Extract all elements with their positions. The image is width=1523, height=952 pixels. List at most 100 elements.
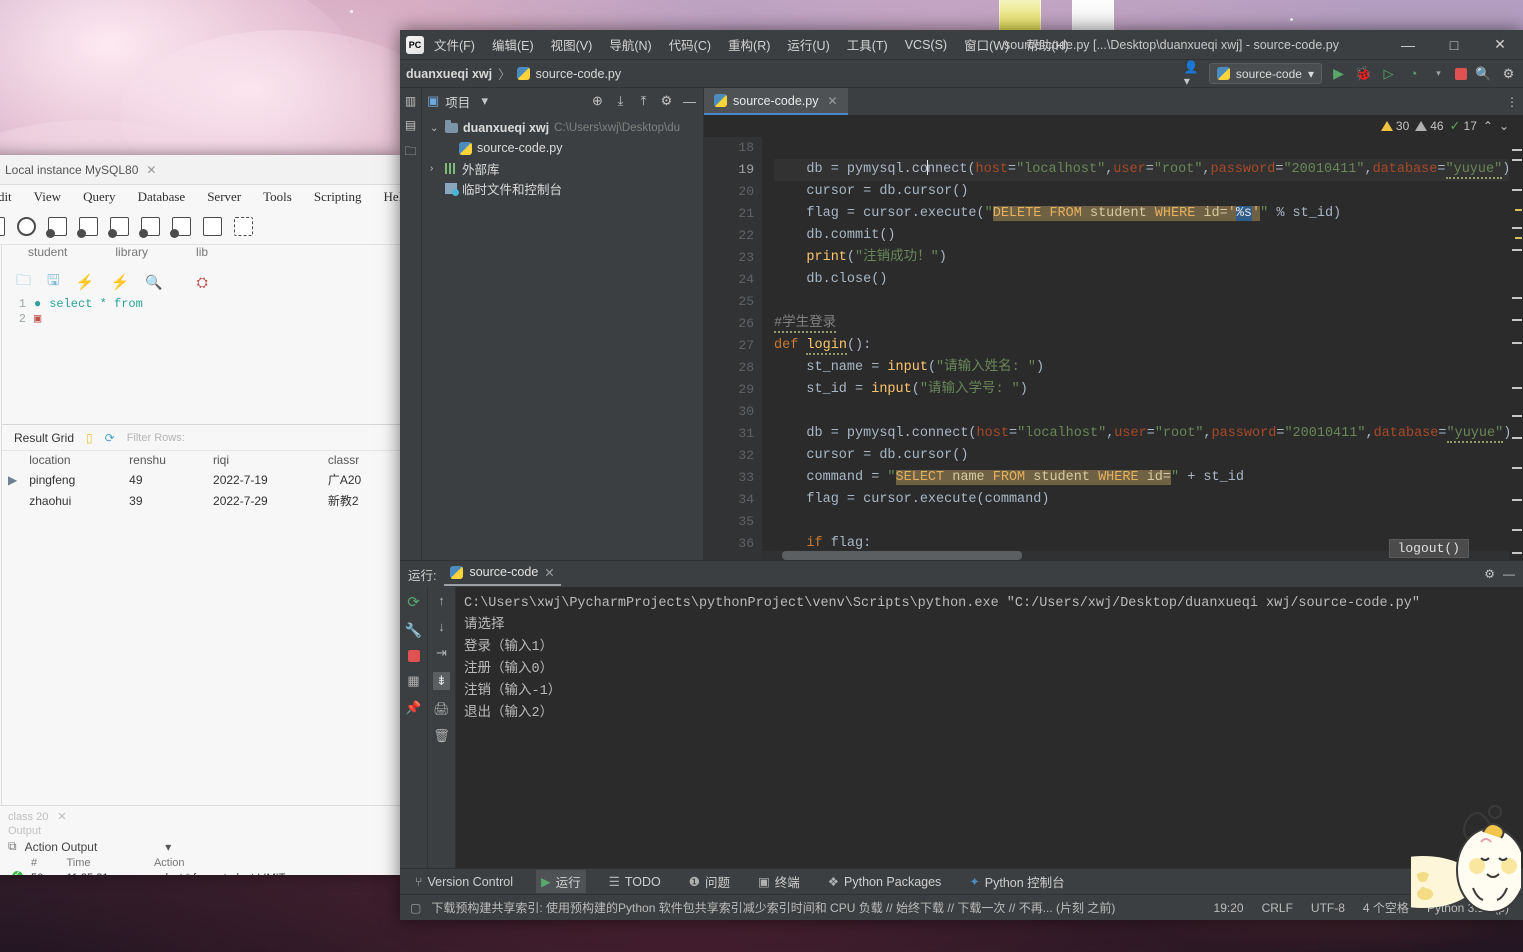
scroll-from-source-icon[interactable]: ⊕ [589,93,606,110]
marker[interactable] [1512,149,1522,151]
new-schema-icon[interactable] [46,217,67,238]
error-stripe-markers[interactable] [1509,137,1523,560]
gear-icon[interactable]: ⚙ [1500,65,1517,82]
workbench-connection-tab[interactable]: Local instance MySQL80 ✕ [5,163,156,177]
run-configuration-selector[interactable]: source-code ▾ [1208,63,1322,84]
run-tool-window[interactable]: 运行: source-code ✕ ⚙ — ⟳ 🔧 ▦ 📌 ↑ ↓ ⇥ ⇟ 🖨 … [400,560,1523,868]
menu-vcs[interactable]: VCS(S) [903,36,949,54]
cell-classr[interactable]: 广A20 [322,469,400,490]
stop-script-icon[interactable]: ⛭ [197,274,208,291]
workbench-editor-tabs[interactable]: student library lib [2,245,400,267]
run-button[interactable]: ▶ [1330,65,1347,82]
hide-panel-icon[interactable]: — [681,93,698,110]
weak-warning-badge[interactable]: 46 [1415,119,1444,133]
marker[interactable] [1515,209,1522,211]
menu-edit[interactable]: Edit [0,189,12,205]
cell-renshu[interactable]: 49 [123,469,207,490]
menu-refactor[interactable]: 重构(R) [726,33,772,56]
chevron-down-icon[interactable]: ▾ [165,840,171,854]
open-script-icon[interactable] [17,217,36,236]
code-line[interactable]: print("注销成功！") [774,247,1509,269]
menu-help[interactable]: Help [384,189,400,205]
project-tool-icon[interactable]: ▥ [405,94,416,108]
profile-button[interactable]: ◔ [1405,65,1422,82]
pycharm-window[interactable]: PC 文件(F) 编辑(E) 视图(V) 导航(N) 代码(C) 重构(R) 运… [400,30,1523,920]
action-output-selector[interactable]: ⧉ Action Output ▾ [8,839,394,854]
search-table-icon[interactable] [203,217,222,236]
marker[interactable] [1512,387,1522,389]
window-controls[interactable]: — □ ✕ [1385,30,1523,60]
pycharm-menubar[interactable]: 文件(F) 编辑(E) 视图(V) 导航(N) 代码(C) 重构(R) 运行(U… [432,33,1071,56]
close-icon[interactable]: ✕ [57,811,66,823]
tool-window-python-console[interactable]: ✦ Python 控制台 [964,870,1069,893]
code-view[interactable]: 18 19 20 21 22 23 24 25 26 27 28 29 30 3… [704,137,1523,560]
marker[interactable] [1512,319,1522,321]
menu-tools[interactable]: Tools [263,189,292,205]
expand-all-icon[interactable]: ⤓ [612,93,629,110]
run-with-coverage-button[interactable]: ▷ [1380,65,1397,82]
folder-tool-icon[interactable]: 🗀 [404,142,416,163]
breadcrumb[interactable]: duanxueqi xwj 〉 source-code.py [406,64,621,83]
tool-window-version-control[interactable]: ⑂ Version Control [410,873,518,891]
close-button[interactable]: ✕ [1477,30,1523,60]
cell-riqi[interactable]: 2022-7-19 [207,469,322,490]
soft-wrap-icon[interactable]: ⇥ [436,645,447,661]
cell-location[interactable]: zhaohui [23,490,123,511]
menu-view[interactable]: 视图(V) [549,33,595,56]
editor-tab-lib[interactable]: lib [196,245,208,267]
stop-icon[interactable] [407,650,420,662]
chevron-right-icon[interactable]: › [430,163,440,174]
code-line[interactable] [774,137,1509,159]
clear-all-icon[interactable]: 🗑 [433,728,450,744]
tool-window-terminal[interactable]: ▣ 终端 [753,870,805,893]
chevron-down-icon[interactable]: ⌄ [430,123,440,134]
inspection-widget[interactable]: 30 46 ✓ 17 ⌃ ⌄ [704,115,1523,137]
chevron-down-icon[interactable]: ▾ [1308,67,1314,81]
code-line[interactable]: def login(): [774,335,1509,357]
code-line[interactable]: cursor = db.cursor() [774,181,1509,203]
editor-options-icon[interactable]: ⋮ [1501,88,1523,115]
table-row[interactable]: ▶ pingfeng 49 2022-7-19 广A20 [2,469,400,490]
chevron-down-icon[interactable]: ▾ [476,93,493,110]
new-view-icon[interactable] [108,217,129,238]
code-line[interactable]: #学生登录 [774,313,1509,335]
marker[interactable] [1512,552,1522,554]
debug-button[interactable]: 🐞 [1355,65,1372,82]
marker[interactable] [1512,249,1522,251]
new-sql-tab-icon[interactable] [0,217,5,236]
menu-scripting[interactable]: Scripting [314,189,362,205]
code-line[interactable]: db = pymysql.connect(host="localhost",us… [774,423,1509,445]
execute-icon[interactable]: ⚡ [76,273,95,291]
execute-statement-icon[interactable]: ⚡ [110,273,129,291]
stop-button[interactable] [1455,67,1467,80]
scroll-to-end-icon[interactable]: ⇟ [433,672,450,690]
menu-edit[interactable]: 编辑(E) [490,33,536,56]
code-line[interactable]: flag = cursor.execute(command) [774,489,1509,511]
menu-code[interactable]: 代码(C) [667,33,713,56]
tool-window-bar[interactable]: ⑂ Version Control ▶ 运行 ☰ TODO ❶ 问题 ▣ 终端 … [400,868,1523,894]
refresh-icon[interactable]: ⟳ [105,431,115,445]
result-grid-table[interactable]: location renshu riqi classr ▶ pingfeng 4… [2,451,400,511]
breadcrumb-project[interactable]: duanxueqi xwj [406,67,492,81]
code-line[interactable]: flag = cursor.execute("DELETE FROM stude… [774,203,1509,225]
save-icon[interactable]: 🖫 [47,270,60,295]
user-avatar-icon[interactable]: 👤▾ [1184,60,1201,88]
tool-window-python-packages[interactable]: ❖ Python Packages [823,872,947,891]
cell-riqi[interactable]: 2022-7-29 [207,490,322,511]
collapse-all-icon[interactable]: ⤒ [635,93,652,110]
project-tree-item-external-libraries[interactable]: › 外部库 [422,158,703,178]
left-tool-strip[interactable]: ▥ ▤ 🗀 [400,88,422,560]
menu-database[interactable]: Database [138,189,186,205]
menu-run[interactable]: 运行(U) [785,33,831,56]
editor-tab-student[interactable]: student [28,245,67,267]
workbench-toolbar[interactable] [0,209,400,245]
hide-panel-icon[interactable]: — [1503,567,1515,581]
code-line[interactable]: db = pymysql.connect(host="localhost",us… [774,159,1509,181]
code-line[interactable]: st_id = input("请输入学号: ") [774,379,1509,401]
chevron-down-icon[interactable]: ▾ [1430,65,1447,82]
menu-view[interactable]: View [34,189,61,205]
close-icon[interactable]: ✕ [827,94,837,108]
up-arrow-icon[interactable]: ↑ [438,593,445,608]
tool-window-todo[interactable]: ☰ TODO [604,872,666,891]
maximize-button[interactable]: □ [1431,30,1477,60]
